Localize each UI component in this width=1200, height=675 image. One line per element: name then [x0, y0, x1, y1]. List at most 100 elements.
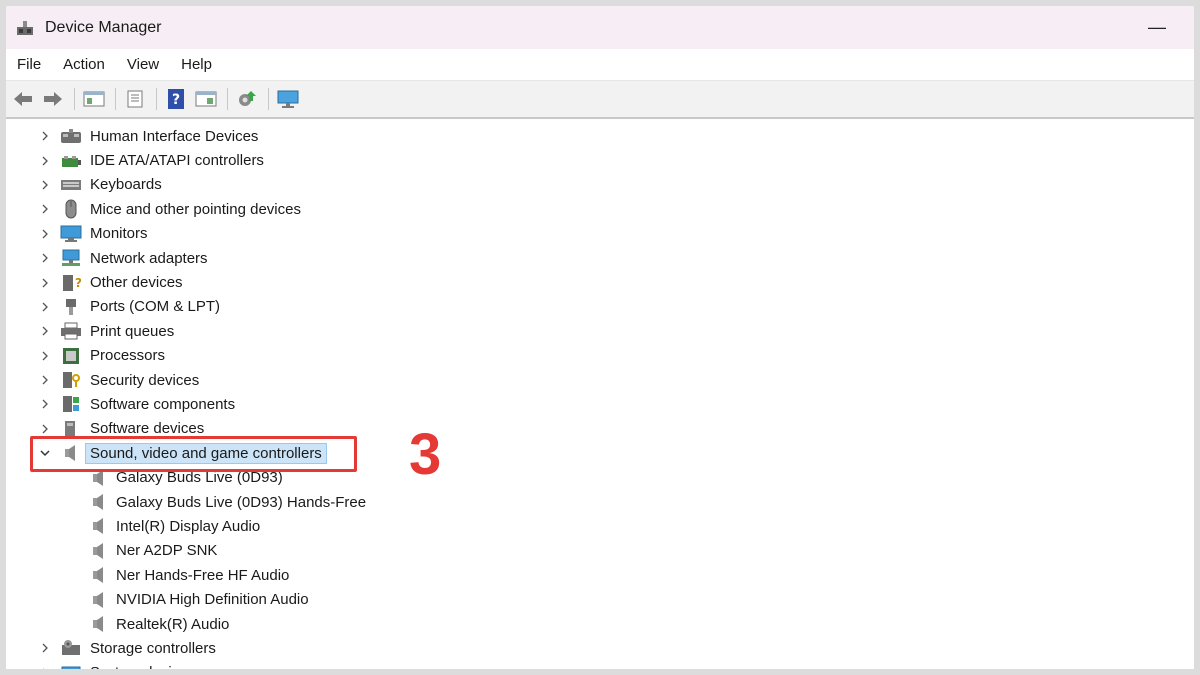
tree-category-row[interactable]: Monitors — [6, 222, 1194, 246]
chevron-right-icon[interactable] — [38, 641, 52, 655]
tree-category-row[interactable]: ? Other devices — [6, 270, 1194, 294]
tree-category-row[interactable]: Software components — [6, 392, 1194, 416]
tree-category-row[interactable]: Mice and other pointing devices — [6, 197, 1194, 221]
tree-category-label: Monitors — [90, 225, 148, 243]
chevron-right-icon[interactable] — [38, 666, 52, 669]
tree-category-row[interactable]: Security devices — [6, 368, 1194, 392]
tree-category-row[interactable]: System devices — [6, 661, 1194, 669]
chevron-right-icon[interactable] — [38, 251, 52, 265]
svg-text:?: ? — [172, 92, 180, 108]
toolbar: ? — [6, 81, 1194, 119]
tree-category-row[interactable]: Storage controllers — [6, 636, 1194, 660]
tree-category-label: Print queues — [90, 322, 175, 340]
tree-category-label: Keyboards — [90, 176, 162, 194]
tree-category-label: System devices — [90, 664, 195, 669]
console-view-icon — [195, 91, 217, 107]
minimize-button[interactable]: — — [1144, 16, 1170, 38]
chevron-right-icon[interactable] — [38, 154, 52, 168]
tree-category-label: Other devices — [90, 274, 183, 292]
other-devices-icon: ? — [60, 273, 82, 293]
chevron-right-icon[interactable] — [38, 178, 52, 192]
tree-category-label: IDE ATA/ATAPI controllers — [90, 152, 264, 170]
network-adapter-icon — [60, 248, 82, 268]
console-view-button[interactable] — [193, 86, 219, 112]
toolbar-separator — [115, 88, 116, 110]
toolbar-separator — [156, 88, 157, 110]
forward-button[interactable] — [40, 86, 66, 112]
device-manager-window: Device Manager — File Action View Help ? — [6, 6, 1194, 669]
menu-action[interactable]: Action — [52, 56, 116, 73]
toolbar-separator — [227, 88, 228, 110]
update-driver-button[interactable] — [234, 86, 260, 112]
properties-button[interactable] — [122, 86, 148, 112]
mouse-icon — [60, 199, 82, 219]
menu-file[interactable]: File — [6, 56, 52, 73]
security-device-icon — [60, 370, 82, 390]
chevron-right-icon[interactable] — [38, 227, 52, 241]
tree-device-label: Galaxy Buds Live (0D93) Hands-Free — [116, 493, 367, 511]
tree-category-label: Software devices — [90, 420, 205, 438]
tree-category-row[interactable]: IDE ATA/ATAPI controllers — [6, 148, 1194, 172]
tree-category-row[interactable]: Print queues — [6, 319, 1194, 343]
back-icon — [14, 92, 32, 106]
speaker-icon — [90, 492, 108, 512]
svg-text:?: ? — [75, 276, 81, 290]
scan-hardware-icon — [277, 90, 299, 108]
tree-device-row[interactable]: Ner Hands-Free HF Audio — [6, 563, 1194, 587]
tree-device-row[interactable]: Ner A2DP SNK — [6, 539, 1194, 563]
chevron-right-icon[interactable] — [38, 276, 52, 290]
tree-category-row[interactable]: Processors — [6, 344, 1194, 368]
show-hide-tree-icon — [83, 91, 105, 107]
tree-category-row[interactable]: Human Interface Devices — [6, 124, 1194, 148]
chevron-right-icon[interactable] — [38, 422, 52, 436]
window-title: Device Manager — [45, 18, 162, 36]
tree-category-label: Mice and other pointing devices — [90, 200, 301, 218]
software-component-icon — [60, 394, 82, 414]
tree-category-row[interactable]: Keyboards — [6, 173, 1194, 197]
speaker-icon — [90, 590, 108, 610]
tree-category-label: Processors — [90, 347, 166, 365]
back-button[interactable] — [10, 86, 36, 112]
chevron-right-icon[interactable] — [38, 300, 52, 314]
help-button[interactable]: ? — [163, 86, 189, 112]
device-manager-app-icon — [17, 20, 33, 35]
title-bar: Device Manager — — [6, 6, 1194, 49]
monitor-icon — [60, 224, 82, 244]
tree-device-label: Realtek(R) Audio — [116, 615, 230, 633]
scan-hardware-button[interactable] — [275, 86, 301, 112]
tree-category-row[interactable]: Ports (COM & LPT) — [6, 295, 1194, 319]
tree-device-row[interactable]: NVIDIA High Definition Audio — [6, 587, 1194, 611]
chevron-right-icon[interactable] — [38, 373, 52, 387]
properties-icon — [127, 90, 143, 108]
tree-device-label: Ner Hands-Free HF Audio — [116, 566, 290, 584]
toolbar-separator — [268, 88, 269, 110]
chevron-right-icon[interactable] — [38, 349, 52, 363]
chevron-right-icon[interactable] — [38, 129, 52, 143]
tree-category-label: Ports (COM & LPT) — [90, 298, 221, 316]
tree-device-label: NVIDIA High Definition Audio — [116, 591, 309, 609]
tree-category-label: Software components — [90, 395, 236, 413]
chevron-right-icon[interactable] — [38, 397, 52, 411]
menu-bar: File Action View Help — [6, 49, 1194, 81]
system-devices-icon — [60, 663, 82, 669]
chevron-right-icon[interactable] — [38, 324, 52, 338]
help-icon: ? — [168, 89, 184, 109]
speaker-icon — [90, 516, 108, 536]
tree-category-label: Human Interface Devices — [90, 127, 259, 145]
tree-device-label: Intel(R) Display Audio — [116, 517, 261, 535]
menu-view[interactable]: View — [116, 56, 170, 73]
tree-device-label: Ner A2DP SNK — [116, 542, 218, 560]
tree-category-row[interactable]: Network adapters — [6, 246, 1194, 270]
menu-help[interactable]: Help — [170, 56, 223, 73]
chevron-right-icon[interactable] — [38, 202, 52, 216]
printer-icon — [60, 321, 82, 341]
tree-category-label: Network adapters — [90, 249, 208, 267]
keyboard-icon — [60, 175, 82, 195]
tree-device-row[interactable]: Galaxy Buds Live (0D93) Hands-Free — [6, 490, 1194, 514]
tree-category-label: Security devices — [90, 371, 200, 389]
toolbar-separator — [74, 88, 75, 110]
tree-device-row[interactable]: Intel(R) Display Audio — [6, 514, 1194, 538]
show-hide-tree-button[interactable] — [81, 86, 107, 112]
tree-device-row[interactable]: Realtek(R) Audio — [6, 612, 1194, 636]
device-tree: Human Interface Devices IDE ATA/ATAPI con… — [6, 119, 1194, 669]
